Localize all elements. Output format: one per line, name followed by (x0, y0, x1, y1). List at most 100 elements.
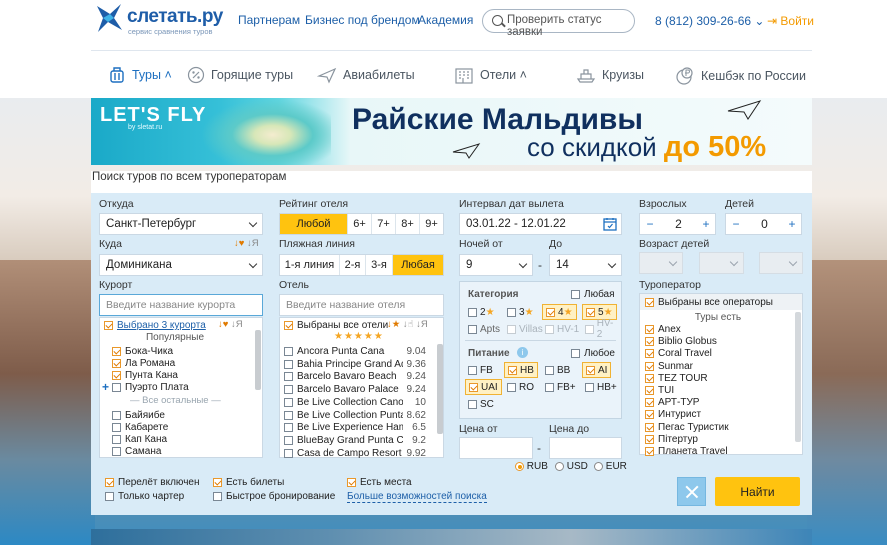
operator-select-all[interactable]: Выбраны все операторы (645, 297, 773, 308)
checkbox[interactable] (508, 365, 517, 375)
checkbox[interactable] (284, 397, 293, 407)
hotel-row[interactable]: Barcelo Bavaro Beach 9.24 (284, 371, 426, 382)
checkbox[interactable] (468, 307, 477, 317)
beach-line-1[interactable]: 1-я линия (280, 255, 340, 275)
checkbox[interactable] (347, 478, 356, 487)
hotel-row[interactable]: Be Live Collection Punta C8.62 (284, 410, 426, 421)
checkbox[interactable] (284, 385, 293, 395)
currency-usd[interactable]: USD (555, 461, 588, 472)
check-status-button[interactable]: Проверить статус заявки (482, 9, 635, 38)
expand-plus-icon[interactable]: + (102, 380, 109, 394)
checkbox[interactable] (112, 371, 121, 380)
meal-option[interactable]: FB (465, 362, 496, 378)
list-item[interactable]: Кабарете (112, 422, 168, 433)
category-4[interactable]: 4 ★ (542, 304, 577, 320)
category-apts[interactable]: Apts (465, 321, 503, 337)
meal-option[interactable]: SC (465, 396, 497, 412)
checkbox[interactable] (469, 382, 478, 392)
checkbox[interactable] (112, 423, 121, 432)
checkbox[interactable] (546, 307, 555, 317)
checkbox[interactable] (571, 290, 580, 299)
reset-button[interactable] (677, 477, 706, 506)
resort-sort-icons[interactable]: ↓♥ ↓Я (218, 319, 243, 330)
checkbox[interactable] (284, 423, 293, 433)
nav-flights[interactable]: Авиабилеты (317, 66, 415, 84)
checkbox[interactable] (284, 448, 293, 458)
checkbox[interactable] (468, 399, 477, 409)
link-business[interactable]: Бизнес под брендом (305, 13, 420, 27)
hotel-stars-filter[interactable]: ★★★★★ (334, 331, 384, 342)
checkbox[interactable] (585, 382, 594, 392)
hotel-input[interactable]: Введите название отеля (279, 294, 444, 316)
nav-hot-tours[interactable]: Горящие туры (187, 66, 293, 84)
checkbox[interactable] (284, 347, 293, 356)
operator-row[interactable]: Coral Travel (645, 348, 712, 359)
price-from-input[interactable] (459, 437, 533, 459)
checkbox[interactable] (545, 365, 554, 375)
operator-scrollbar[interactable] (795, 312, 801, 442)
minus-icon[interactable]: − (640, 217, 660, 231)
plus-icon[interactable]: + (783, 217, 801, 231)
checkbox[interactable] (468, 365, 477, 375)
price-to-input[interactable] (549, 437, 622, 459)
hotel-row[interactable]: Barcelo Bavaro Palace 9.24 (284, 384, 426, 395)
logo[interactable]: слетать.ру сервис сравнения туров (94, 2, 223, 36)
hotel-row[interactable]: Be Live Experience Hama 6.5 (284, 422, 426, 433)
meal-option[interactable]: UAI (465, 379, 502, 395)
meal-option[interactable]: RO (504, 379, 537, 395)
from-select[interactable]: Санкт-Петербург (99, 213, 263, 235)
hotel-row[interactable]: Be Live Collection Canoa 10 (284, 397, 426, 408)
checkbox[interactable] (112, 435, 121, 444)
find-button[interactable]: Найти (715, 477, 800, 506)
beach-any[interactable]: Любая (393, 255, 443, 275)
list-item[interactable]: Пуэрто Плата (112, 382, 189, 393)
checkbox[interactable] (645, 361, 654, 371)
rating-any[interactable]: Любой (280, 214, 348, 234)
nav-cruises[interactable]: Круизы (576, 66, 644, 84)
checkbox[interactable] (112, 383, 121, 392)
operator-row[interactable]: TEZ TOUR (645, 373, 708, 384)
meal-any[interactable]: Любое (571, 348, 615, 359)
list-item[interactable]: Ла Романа (112, 358, 175, 369)
radio[interactable] (594, 462, 603, 471)
radio[interactable] (555, 462, 564, 471)
nav-cashback[interactable]: Кешбэк по России (675, 66, 806, 86)
more-options-link[interactable]: Больше возможностей поиска (347, 491, 487, 503)
nav-tours[interactable]: Туры ˄ (108, 66, 172, 84)
checkbox[interactable] (645, 410, 654, 420)
category-3[interactable]: 3 ★ (504, 304, 537, 320)
checkbox[interactable] (645, 386, 654, 395)
login-link[interactable]: ⇥ Войти (767, 14, 814, 28)
beach-line-2[interactable]: 2-я (340, 255, 366, 275)
checkbox[interactable] (507, 307, 516, 317)
category-any[interactable]: Любая (571, 289, 615, 300)
meal-option[interactable]: BB (542, 362, 573, 378)
checkbox[interactable] (645, 337, 654, 347)
meal-option[interactable]: HB (504, 362, 538, 378)
checkbox[interactable] (645, 447, 654, 456)
rating-9[interactable]: 9+ (420, 214, 443, 234)
promo-banner[interactable]: LET'S FLY by sletat.ru Райские Мальдивы … (91, 98, 812, 165)
operator-row[interactable]: Интурист (645, 409, 701, 420)
rating-6[interactable]: 6+ (348, 214, 372, 234)
to-sort-icons[interactable]: ↓♥ ↓Я (234, 238, 259, 249)
resort-selected-label[interactable]: Выбрано 3 курорта (117, 320, 206, 331)
list-item[interactable]: Пунта Кана (112, 370, 178, 381)
link-partners[interactable]: Партнерам (238, 13, 300, 27)
checkbox[interactable] (645, 325, 654, 334)
checkbox[interactable] (284, 435, 293, 445)
checkbox[interactable] (104, 321, 113, 330)
meal-option[interactable]: AI (582, 362, 612, 378)
nights-to-select[interactable]: 14 (549, 254, 622, 276)
check-tickets-available[interactable]: Есть билеты (213, 477, 284, 488)
checkbox[interactable] (213, 478, 222, 487)
checkbox[interactable] (105, 478, 114, 487)
meal-option[interactable]: HB+ (582, 379, 620, 395)
check-flight-included[interactable]: Перелёт включен (105, 477, 200, 488)
checkbox[interactable] (586, 365, 595, 375)
checkbox[interactable] (645, 298, 654, 307)
operator-row[interactable]: Планета Travel (645, 446, 728, 457)
link-academy[interactable]: Академия (418, 13, 473, 27)
hotel-row[interactable]: Ancora Punta Cana 9.04 (284, 346, 426, 357)
operator-row[interactable]: TUI (645, 385, 674, 396)
